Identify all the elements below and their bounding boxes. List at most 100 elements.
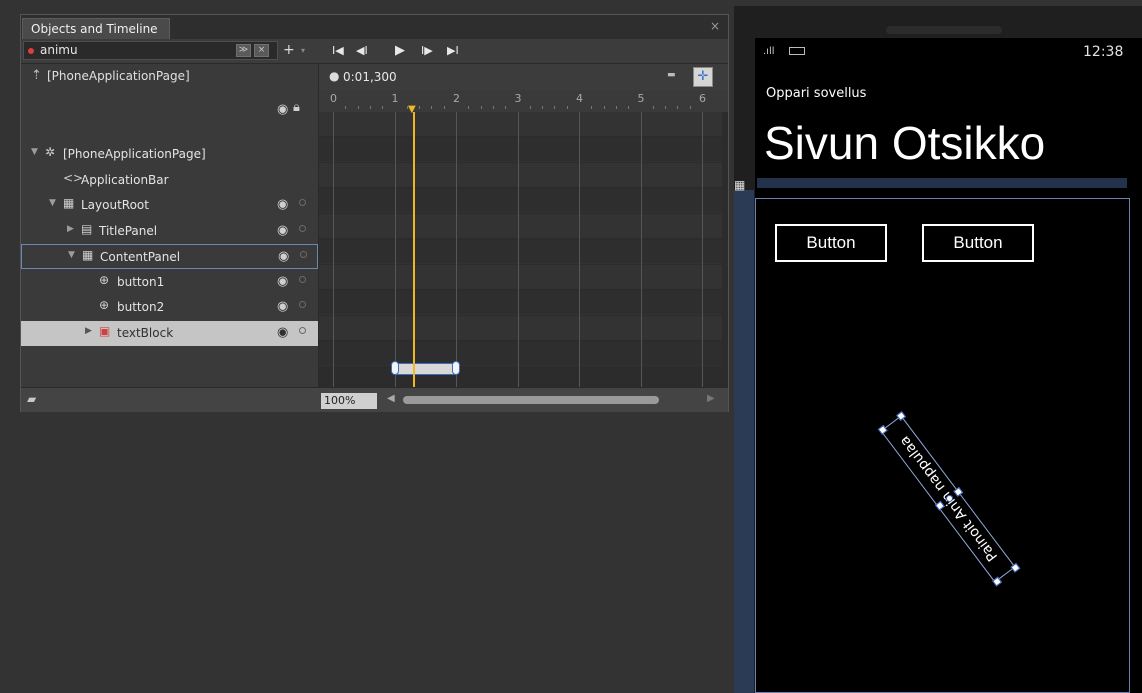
expanded-arrow-icon[interactable]: ▼ bbox=[31, 147, 38, 157]
timeline-gridline bbox=[579, 112, 580, 387]
keyframe-icon[interactable] bbox=[452, 361, 460, 375]
object-tree: ⇡ [PhoneApplicationPage] ◉ 🔒︎ ▼ ✲ [PhoneAp… bbox=[21, 64, 319, 387]
button1[interactable]: Button bbox=[775, 224, 887, 262]
page-title[interactable]: Sivun Otsikko bbox=[764, 116, 1045, 170]
visibility-icon[interactable]: ◉ bbox=[277, 325, 288, 340]
ruler-minor-tick bbox=[419, 106, 421, 109]
record-icon bbox=[28, 48, 34, 54]
ruler-minor-tick bbox=[542, 106, 544, 109]
tree-row-button1[interactable]: ⊕ button1 ◉ bbox=[21, 270, 318, 295]
timeline[interactable]: ● 0:01,300 ▬ ✛ 0 1 2 3 4 5 6 ▼ bbox=[319, 64, 728, 387]
panel-bottom-bar: ▰ 100% ◀ ▶ bbox=[21, 387, 728, 412]
scope-up-icon[interactable]: ⇡ bbox=[31, 68, 42, 83]
keyframe-span[interactable] bbox=[394, 363, 456, 375]
button-icon: ⊕ bbox=[99, 298, 110, 312]
tree-item-label: [PhoneApplicationPage] bbox=[63, 147, 206, 161]
ruler-minor-tick bbox=[345, 106, 347, 109]
tree-row-button2[interactable]: ⊕ button2 ◉ bbox=[21, 295, 318, 320]
snap-icon[interactable]: ✛ bbox=[693, 67, 713, 87]
storyboard-menu-icon[interactable]: ≫ bbox=[236, 44, 251, 57]
go-to-last-frame-icon[interactable]: ▶I bbox=[447, 44, 459, 58]
playhead[interactable] bbox=[412, 112, 415, 387]
panel-tabstrip: Objects and Timeline × bbox=[21, 15, 728, 39]
visibility-icon[interactable]: ◉ bbox=[277, 299, 288, 314]
storyboard-name: animu bbox=[40, 43, 78, 57]
next-frame-icon[interactable]: I▶ bbox=[421, 44, 433, 58]
lock-toggle-icon[interactable] bbox=[300, 251, 307, 258]
storyboard-picker[interactable]: animu ≫ × bbox=[23, 41, 278, 60]
ruler-minor-tick bbox=[529, 106, 531, 109]
signal-icon: .ıll bbox=[763, 46, 775, 57]
keyframe-icon[interactable] bbox=[390, 361, 399, 375]
lock-toggle-icon[interactable] bbox=[299, 301, 306, 308]
ruler-minor-tick bbox=[677, 106, 679, 109]
lock-toggle-icon[interactable] bbox=[299, 275, 306, 283]
visibility-icon[interactable]: ◉ bbox=[277, 197, 288, 212]
layers-icon[interactable]: ▰ bbox=[27, 392, 36, 406]
tree-row-phoneapplicationpage[interactable]: ▼ ✲ [PhoneApplicationPage] bbox=[21, 142, 318, 167]
tree-row-applicationbar[interactable]: <> ApplicationBar bbox=[21, 168, 318, 193]
visibility-icon[interactable]: ◉ bbox=[277, 102, 288, 117]
page-icon: ✲ bbox=[45, 145, 56, 159]
go-to-first-frame-icon[interactable]: I◀ bbox=[332, 44, 344, 58]
tree-item-label: ContentPanel bbox=[100, 250, 181, 264]
content-panel[interactable] bbox=[755, 198, 1130, 693]
tree-row-titlepanel[interactable]: ▶ ▤ TitlePanel ◉ bbox=[21, 219, 318, 244]
objects-timeline-panel: Objects and Timeline × animu ≫ × + ▾ I◀ … bbox=[20, 14, 729, 412]
button2[interactable]: Button bbox=[922, 224, 1034, 262]
ruler-minor-tick bbox=[382, 106, 384, 109]
close-icon[interactable]: × bbox=[710, 19, 720, 33]
lock-toggle-icon[interactable] bbox=[299, 326, 306, 334]
scope-row[interactable]: ⇡ [PhoneApplicationPage] bbox=[21, 64, 318, 90]
battery-icon bbox=[789, 47, 805, 55]
ruler-minor-tick bbox=[492, 106, 494, 109]
ruler-minor-tick bbox=[566, 106, 568, 109]
collapsed-arrow-icon[interactable]: ▶ bbox=[85, 326, 92, 336]
ruler-minor-tick bbox=[357, 106, 359, 109]
visibility-icon[interactable]: ◉ bbox=[277, 223, 288, 238]
ruler-minor-tick bbox=[603, 106, 605, 109]
grid-adorner-bar[interactable] bbox=[734, 190, 754, 693]
visibility-icon[interactable]: ◉ bbox=[277, 274, 288, 289]
previous-frame-icon[interactable]: ◀I bbox=[356, 44, 368, 58]
tree-item-label: button2 bbox=[117, 300, 165, 314]
phone-speaker bbox=[886, 26, 1002, 34]
tab-objects-and-timeline[interactable]: Objects and Timeline bbox=[22, 18, 170, 39]
ruler-minor-tick bbox=[480, 106, 482, 109]
lock-toggle-icon[interactable] bbox=[299, 199, 306, 206]
lock-toggle-icon[interactable] bbox=[299, 224, 306, 232]
chevron-down-icon[interactable]: ▾ bbox=[301, 46, 305, 55]
playhead-marker-icon[interactable]: ▼ bbox=[408, 104, 416, 115]
ruler-minor-tick bbox=[443, 106, 445, 109]
scroll-left-icon[interactable]: ◀ bbox=[387, 393, 395, 404]
tree-row-layoutroot[interactable]: ▼ ▦ LayoutRoot ◉ bbox=[21, 193, 318, 218]
time-ruler[interactable]: 0 1 2 3 4 5 6 bbox=[319, 90, 728, 112]
close-storyboard-icon[interactable]: × bbox=[254, 44, 269, 57]
zoom-field[interactable]: 100% bbox=[321, 393, 377, 409]
lock-icon[interactable]: 🔒︎ bbox=[293, 100, 300, 115]
horizontal-scrollbar[interactable] bbox=[403, 396, 659, 404]
grid-adorner-icon[interactable]: ▦ bbox=[734, 178, 745, 192]
ruler-tick-label: 0 bbox=[330, 92, 337, 105]
ruler-minor-tick bbox=[505, 106, 507, 109]
tree-item-label: ApplicationBar bbox=[81, 172, 169, 187]
play-icon[interactable]: ▶ bbox=[395, 44, 405, 58]
timeline-row bbox=[319, 290, 722, 315]
expanded-arrow-icon[interactable]: ▼ bbox=[68, 250, 75, 260]
tree-item-label: TitlePanel bbox=[99, 223, 158, 238]
app-title[interactable]: Oppari sovellus bbox=[766, 86, 866, 101]
expanded-arrow-icon[interactable]: ▼ bbox=[49, 198, 56, 208]
scope-label: [PhoneApplicationPage] bbox=[47, 69, 190, 83]
add-storyboard-button[interactable]: + bbox=[283, 43, 295, 57]
current-time[interactable]: 0:01,300 bbox=[343, 70, 397, 84]
collapsed-arrow-icon[interactable]: ▶ bbox=[67, 224, 74, 234]
scroll-right-icon[interactable]: ▶ bbox=[707, 393, 715, 404]
ruler-icon[interactable]: ▬ bbox=[667, 70, 676, 80]
tree-row-textblock[interactable]: ▶ ▣ textBlock ◉ bbox=[21, 320, 318, 346]
ruler-tick-label: 3 bbox=[514, 92, 522, 105]
timeline-row bbox=[319, 265, 722, 289]
tree-row-contentpanel[interactable]: ▼ ▦ ContentPanel ◉ bbox=[21, 244, 318, 269]
phone-screen: .ıll 12:38 Oppari sovellus Sivun Otsikko… bbox=[755, 38, 1142, 693]
visibility-icon[interactable]: ◉ bbox=[278, 249, 289, 264]
time-icon: ● bbox=[329, 69, 340, 83]
